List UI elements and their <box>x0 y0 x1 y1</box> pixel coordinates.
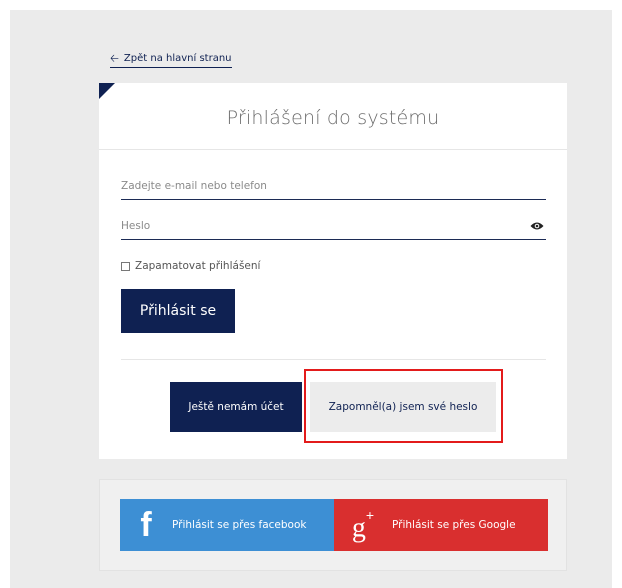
back-to-home-link[interactable]: 🡠 Zpět na hlavní stranu <box>110 50 232 68</box>
google-logo-plus: + <box>365 507 375 524</box>
email-field-wrapper <box>121 173 546 200</box>
remember-checkbox[interactable] <box>121 261 130 271</box>
facebook-login-label: Přihlásit se přes facebook <box>172 519 307 531</box>
google-login-button[interactable]: g+ Přihlásit se přes Google <box>334 499 548 551</box>
remember-label: Zapamatovat přihlášení <box>135 260 261 272</box>
email-field[interactable] <box>121 173 521 199</box>
password-field[interactable] <box>121 213 521 239</box>
google-login-label: Přihlásit se přes Google <box>392 519 516 531</box>
google-plus-icon: g+ <box>334 495 392 554</box>
page-background: 🡠 Zpět na hlavní stranu Přihlášení do sy… <box>10 10 612 588</box>
back-link-label: Zpět na hlavní stranu <box>123 52 232 64</box>
register-button[interactable]: Ještě nemám účet <box>170 382 302 432</box>
page-title: Přihlášení do systému <box>226 107 440 129</box>
remember-me: Zapamatovat přihlášení <box>121 260 260 272</box>
forgot-password-button[interactable]: Zapomněl(a) jsem své heslo <box>310 382 496 432</box>
password-field-wrapper <box>121 213 546 240</box>
facebook-login-button[interactable]: f Přihlásit se přes facebook <box>120 499 334 551</box>
divider <box>99 149 567 150</box>
corner-accent <box>99 83 115 99</box>
facebook-icon: f <box>140 506 152 544</box>
login-button[interactable]: Přihlásit se <box>121 289 235 333</box>
divider <box>121 359 546 360</box>
google-logo-letter: g <box>351 512 366 544</box>
login-card: Přihlášení do systému Zapamatovat přihlá… <box>99 83 567 459</box>
social-login-panel: f Přihlásit se přes facebook g+ Přihlási… <box>99 479 567 571</box>
arrow-left-icon: 🡠 <box>110 51 119 65</box>
eye-icon[interactable] <box>530 221 544 231</box>
